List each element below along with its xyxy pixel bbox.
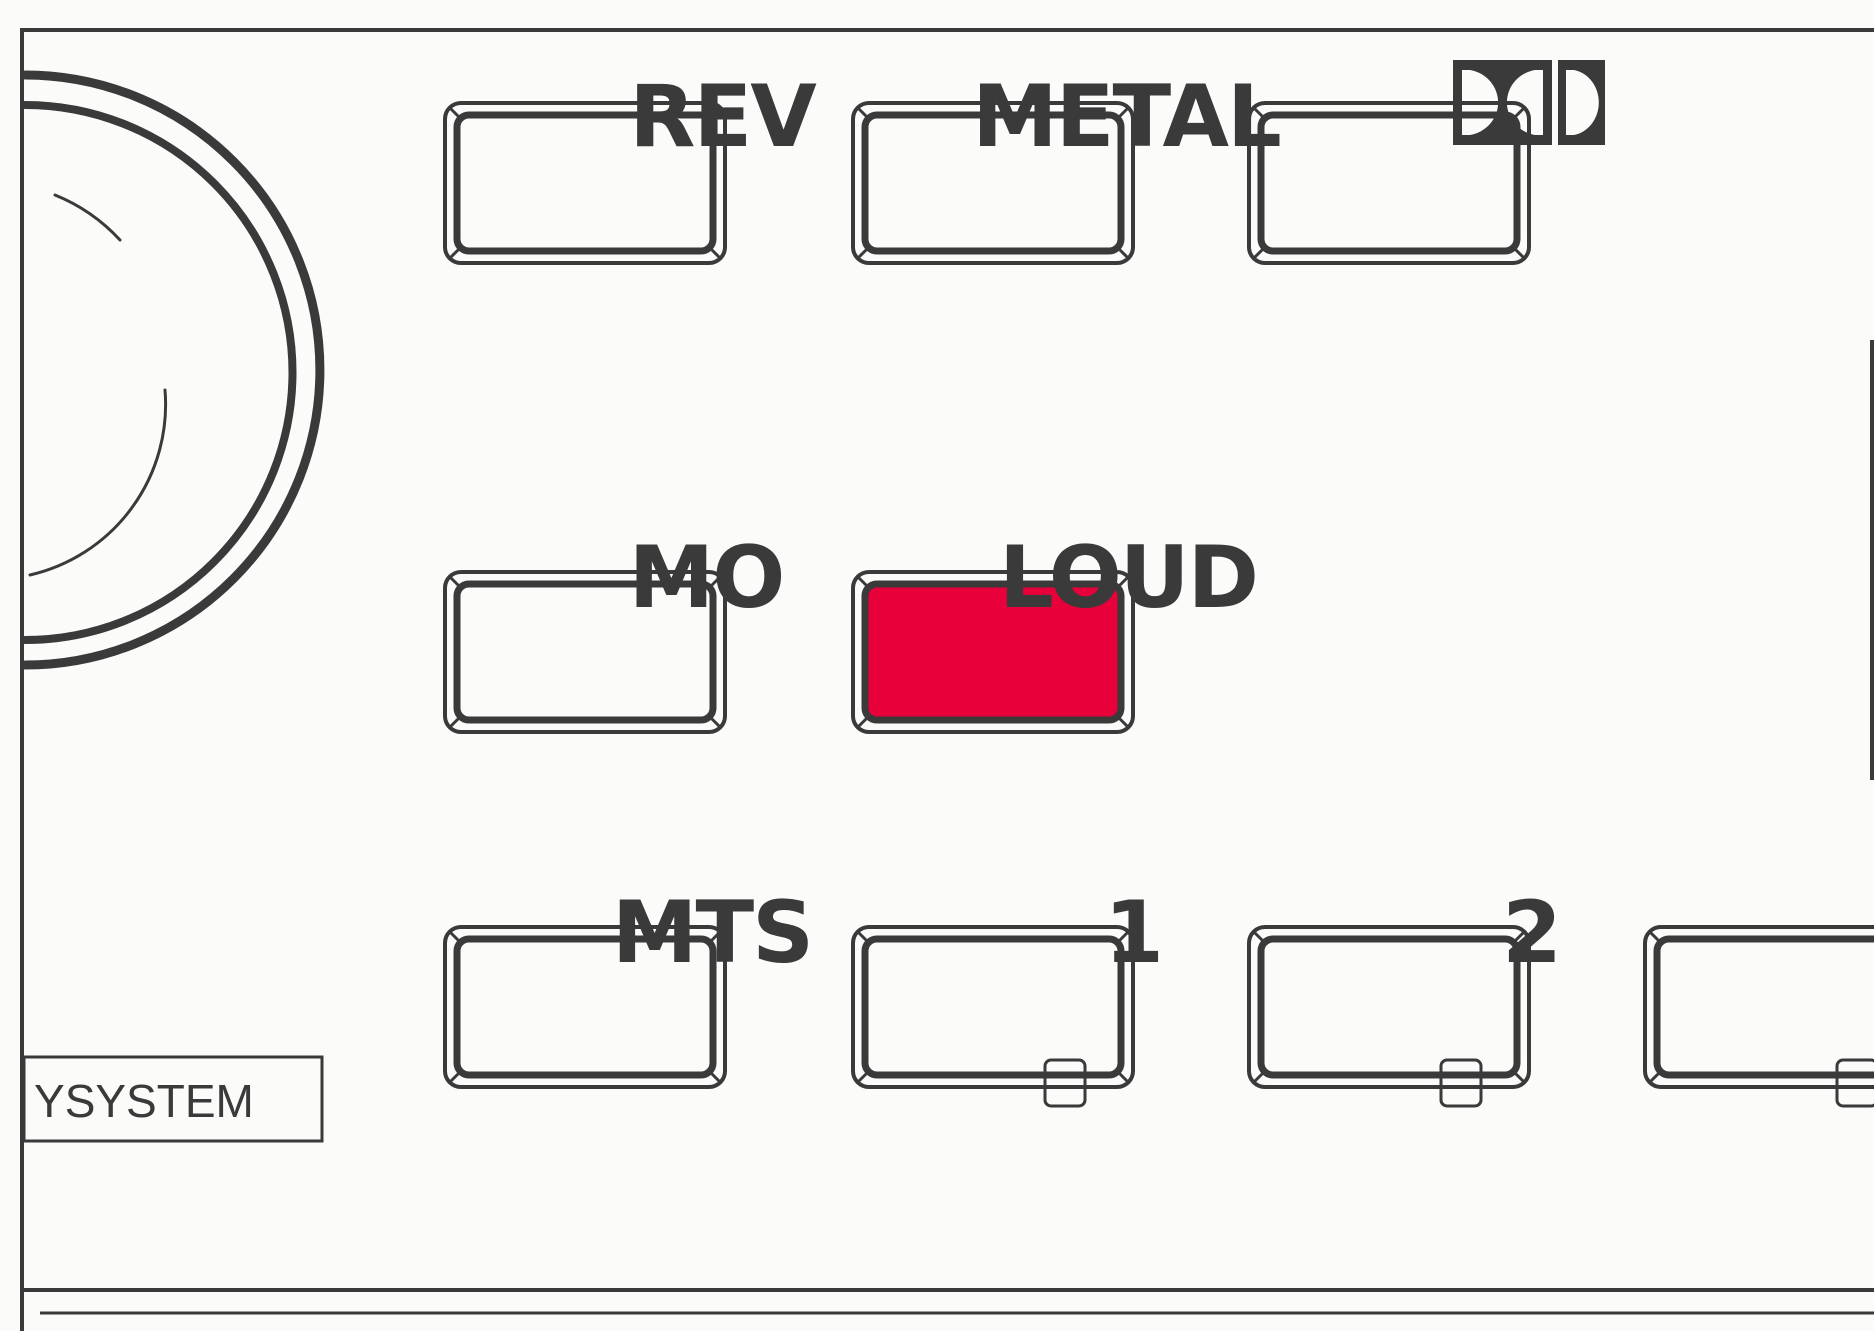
front-panel: REV METAL MO LOUD MTS 1 2 YSYSTEM — [0, 0, 1874, 1331]
button-corner-tick — [1251, 929, 1265, 943]
button-corner-tick — [447, 105, 461, 119]
preset-1-label: 1 — [1104, 883, 1164, 983]
loud-label: LOUD — [998, 528, 1259, 628]
button-corner-tick — [1117, 716, 1131, 730]
button-corner-tick — [447, 247, 461, 261]
button-corner-tick — [1513, 1071, 1527, 1085]
volume-knob-icon[interactable] — [20, 70, 325, 670]
button-corner-tick — [855, 574, 869, 588]
button-corner-tick — [855, 105, 869, 119]
button-face — [861, 935, 1125, 1079]
button-corner-tick — [709, 247, 723, 261]
preset-1-button[interactable] — [851, 925, 1135, 1089]
button-corner-tick — [709, 1071, 723, 1085]
button-corner-tick — [855, 716, 869, 730]
panel-drawing — [20, 28, 1874, 1331]
button-corner-tick — [447, 1071, 461, 1085]
button-corner-tick — [1513, 105, 1527, 119]
mo-label: MO — [628, 528, 786, 628]
button-corner-tick — [709, 716, 723, 730]
preset-2-button[interactable] — [1247, 925, 1531, 1089]
button-corner-tick — [1647, 929, 1661, 943]
mts-label: MTS — [611, 883, 814, 983]
button-corner-tick — [855, 929, 869, 943]
button-corner-tick — [1251, 247, 1265, 261]
system-label: YSYSTEM — [34, 1078, 254, 1124]
rev-label: REV — [629, 67, 817, 167]
preset-3-button[interactable] — [1643, 925, 1874, 1089]
system-label-text: SYSTEM — [64, 1075, 254, 1127]
button-corner-tick — [447, 716, 461, 730]
button-corner-tick — [855, 1071, 869, 1085]
button-corner-tick — [1513, 247, 1527, 261]
button-corner-tick — [1647, 1071, 1661, 1085]
preset-2-label: 2 — [1502, 883, 1562, 983]
button-corner-tick — [1251, 1071, 1265, 1085]
metal-label: METAL — [972, 67, 1282, 167]
button-face — [1653, 935, 1874, 1079]
button-corner-tick — [447, 574, 461, 588]
button-face — [1257, 935, 1521, 1079]
button-corner-tick — [1117, 1071, 1131, 1085]
button-corner-tick — [1117, 247, 1131, 261]
button-corner-tick — [855, 247, 869, 261]
system-label-prefix: Y — [34, 1075, 65, 1127]
button-corner-tick — [447, 929, 461, 943]
